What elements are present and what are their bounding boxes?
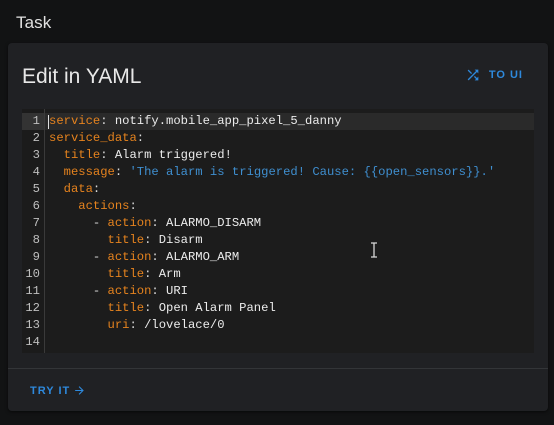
code-text: title: Disarm [107,233,203,247]
code-text: data: [63,182,101,196]
text-cursor-icon [371,242,377,258]
line-number: 6 [32,199,40,213]
card-title: Edit in YAML [22,65,142,88]
code-line[interactable]: 6 actions: [22,198,534,215]
line-number: 9 [32,250,40,264]
yaml-key: data [63,182,93,196]
yaml-editor[interactable]: 1 service: notify.mobile_app_pixel_5_dann… [22,109,534,353]
line-number: 11 [25,284,40,298]
try-it-button[interactable]: TRY IT [30,384,86,397]
code-line[interactable]: 12 title: Open Alarm Panel [22,300,534,317]
code-text: title: Alarm triggered! [63,148,232,162]
code-text: actions: [78,199,137,213]
line-number: 13 [25,318,40,332]
yaml-key: service_data [49,131,137,145]
yaml-value: /lovelace/0 [144,318,225,332]
line-number: 4 [32,165,40,179]
yaml-value: ALARMO_ARM [166,250,240,264]
code-text: - action: URI [49,284,188,298]
code-line[interactable]: 10 title: Arm [22,266,534,283]
to-ui-button[interactable]: TO UI [465,67,523,83]
yaml-key: title [63,148,101,162]
yaml-key: title [107,233,145,247]
code-line[interactable]: 14 [22,334,534,351]
yaml-key: message [63,165,115,179]
code-line[interactable]: 3 title: Alarm triggered! [22,147,534,164]
yaml-key: title [107,267,145,281]
line-number: 10 [25,267,40,281]
code-line[interactable]: 11 - action: URI [22,283,534,300]
top-bar: Task [0,0,554,42]
code-line[interactable]: 8 title: Disarm [22,232,534,249]
code-line[interactable]: 5 data: [22,181,534,198]
code-line[interactable]: 2 service_data: [22,130,534,147]
yaml-key: title [107,301,145,315]
code-text: service: notify.mobile_app_pixel_5_danny [49,114,342,128]
to-ui-label: TO UI [488,69,523,81]
line-number: 12 [25,301,40,315]
shuffle-icon [467,69,479,81]
yaml-value: Arm [158,267,181,281]
yaml-key: actions [78,199,130,213]
yaml-value: URI [166,284,188,298]
yaml-value: Open Alarm Panel [158,301,276,315]
arrow-right-icon [75,386,84,395]
yaml-value: ALARMO_DISARM [166,216,262,230]
line-number: 3 [32,148,40,162]
code-line[interactable]: 7 - action: ALARMO_DISARM [22,215,534,232]
code-line[interactable]: 13 uri: /lovelace/0 [22,317,534,334]
code-text: uri: /lovelace/0 [107,318,225,332]
line-number: 14 [25,335,40,349]
yaml-key: action [107,250,152,264]
code-text: title: Open Alarm Panel [107,301,276,315]
line-number: 2 [32,131,40,145]
editor-card: Edit in YAML TO UI 1 service: notify.mobi… [8,43,548,411]
code-text: message: 'The alarm is triggered! Cause:… [63,165,496,179]
text-caret [48,115,49,129]
code-line[interactable]: 1 service: notify.mobile_app_pixel_5_dann… [22,113,534,130]
code-line[interactable]: 4 message: 'The alarm is triggered! Caus… [22,164,534,181]
yaml-value: 'The alarm is triggered! Cause: {{open_s… [129,165,496,179]
yaml-value: Alarm triggered! [114,148,232,162]
card-actions-divider [8,368,548,369]
code-text: title: Arm [107,267,181,281]
yaml-key: action [107,284,152,298]
try-it-label: TRY IT [30,384,71,397]
page-title: Task [16,13,52,32]
line-number: 5 [32,182,40,196]
yaml-value: notify.mobile_app_pixel_5_danny [114,114,342,128]
code-text: service_data: [49,131,145,145]
line-number: 1 [32,114,40,128]
yaml-key: action [107,216,152,230]
line-number: 7 [32,216,40,230]
yaml-key: uri [107,318,130,332]
yaml-key: service [49,114,101,128]
code-text: - action: ALARMO_ARM [49,250,240,264]
line-number: 8 [32,233,40,247]
yaml-value: Disarm [158,233,203,247]
code-line[interactable]: 9 - action: ALARMO_ARM [22,249,534,266]
code-text: - action: ALARMO_DISARM [49,216,262,230]
